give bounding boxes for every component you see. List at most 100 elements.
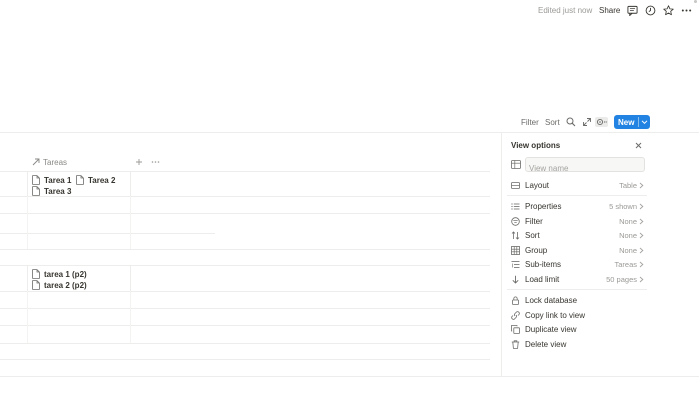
- filter-icon: [511, 217, 520, 226]
- action-lock-database[interactable]: Lock database: [507, 294, 647, 307]
- trash-icon: [511, 340, 520, 349]
- view-name-input[interactable]: [526, 162, 641, 175]
- table-row-divider: [0, 249, 490, 250]
- arrow-down-icon: [512, 275, 519, 284]
- chevron-right-icon: [639, 247, 644, 254]
- relation-arrow-icon: [32, 158, 40, 166]
- option-label: Sort: [525, 231, 540, 240]
- new-button-label: New: [618, 118, 635, 127]
- table-row-divider: [0, 265, 490, 266]
- sort-icon: [511, 231, 520, 240]
- chevron-right-icon: [639, 203, 644, 210]
- view-option-properties[interactable]: Properties 5 shown: [507, 200, 647, 213]
- table-bottom-divider: [0, 376, 699, 377]
- view-option-group[interactable]: Group None: [507, 244, 647, 257]
- option-value: 5 shown: [609, 202, 637, 211]
- action-label: Copy link to view: [525, 311, 586, 320]
- star-icon[interactable]: [663, 5, 674, 16]
- chevron-right-icon: [639, 218, 644, 225]
- action-label: Lock database: [525, 296, 578, 305]
- option-value: 50 pages: [606, 275, 637, 284]
- list-item[interactable]: Tarea 2: [76, 175, 126, 186]
- filter-button[interactable]: Filter: [521, 118, 539, 127]
- window-edge-dot: [694, 0, 697, 3]
- option-label: Properties: [525, 202, 562, 211]
- list-item[interactable]: Tarea 3: [32, 186, 88, 197]
- column-header-tareas[interactable]: Tareas: [43, 158, 67, 167]
- chevron-right-icon: [639, 276, 644, 283]
- duplicate-icon: [511, 325, 520, 334]
- option-value: None: [619, 246, 637, 255]
- item-title: tarea 1 (p2): [44, 270, 87, 279]
- chevron-right-icon: [639, 232, 644, 239]
- action-duplicate-view[interactable]: Duplicate view: [507, 323, 647, 336]
- view-name-field[interactable]: [525, 157, 645, 175]
- action-label: Delete view: [525, 340, 567, 349]
- sort-button[interactable]: Sort: [545, 118, 560, 127]
- column-divider: [27, 265, 28, 291]
- table-row-divider: [0, 308, 490, 309]
- column-more-icon[interactable]: [151, 158, 160, 166]
- action-label: Duplicate view: [525, 325, 577, 334]
- table-row-divider: [0, 233, 215, 234]
- table-row-divider: [0, 291, 490, 292]
- subitems-icon: [511, 261, 520, 268]
- action-delete-view[interactable]: Delete view: [507, 338, 647, 351]
- column-divider: [130, 291, 131, 343]
- comment-icon[interactable]: [627, 5, 638, 16]
- chevron-right-icon: [639, 182, 644, 189]
- table-row-divider: [0, 343, 490, 344]
- column-divider: [27, 171, 28, 196]
- column-divider: [27, 196, 28, 249]
- option-label: Group: [525, 246, 548, 255]
- add-column-icon[interactable]: [135, 158, 143, 166]
- table-icon: [511, 160, 521, 169]
- option-value: Tareas: [614, 260, 637, 269]
- page-icon: [32, 269, 40, 279]
- group-icon: [511, 246, 520, 255]
- new-button[interactable]: New: [614, 115, 650, 129]
- action-copy-link[interactable]: Copy link to view: [507, 309, 647, 322]
- table-row-divider: [0, 359, 490, 360]
- view-option-filter[interactable]: Filter None: [507, 215, 647, 228]
- edited-status: Edited just now: [538, 6, 593, 15]
- column-divider: [27, 291, 28, 343]
- expand-icon[interactable]: [582, 117, 592, 127]
- settings-icon[interactable]: [595, 117, 608, 127]
- page-icon: [76, 175, 84, 185]
- table-row-divider: [0, 325, 490, 326]
- page-icon: [32, 186, 40, 196]
- view-option-layout[interactable]: Layout Table: [507, 179, 647, 192]
- table-row-divider: [0, 213, 490, 214]
- view-option-load-limit[interactable]: Load limit 50 pages: [507, 273, 647, 286]
- table-header-divider: [0, 171, 490, 172]
- option-value: None: [619, 217, 637, 226]
- chevron-down-icon[interactable]: [641, 119, 648, 125]
- item-title: Tarea 3: [44, 187, 72, 196]
- search-icon[interactable]: [566, 117, 576, 127]
- view-option-sort[interactable]: Sort None: [507, 229, 647, 242]
- link-icon: [511, 311, 520, 320]
- panel-title: View options: [511, 141, 561, 150]
- item-title: Tarea 2: [88, 176, 116, 185]
- list-item[interactable]: tarea 2 (p2): [32, 280, 112, 291]
- item-title: tarea 2 (p2): [44, 281, 87, 290]
- column-divider: [130, 265, 131, 291]
- clock-icon[interactable]: [645, 5, 656, 16]
- more-icon[interactable]: [681, 5, 692, 16]
- view-option-sub-items[interactable]: Sub-items Tareas: [507, 258, 647, 271]
- column-divider: [130, 171, 131, 196]
- share-button[interactable]: Share: [599, 6, 620, 15]
- list-item[interactable]: tarea 1 (p2): [32, 269, 112, 280]
- close-icon[interactable]: [635, 142, 642, 149]
- option-value: Table: [619, 181, 637, 190]
- layout-icon: [511, 182, 520, 189]
- list-icon: [511, 203, 520, 210]
- page-icon: [32, 280, 40, 290]
- option-label: Layout: [525, 181, 550, 190]
- panel-section-divider: [507, 289, 647, 290]
- panel-divider: [501, 133, 502, 377]
- top-bar: Edited just now Share: [0, 0, 699, 24]
- lock-icon: [512, 296, 519, 305]
- option-label: Load limit: [525, 275, 560, 284]
